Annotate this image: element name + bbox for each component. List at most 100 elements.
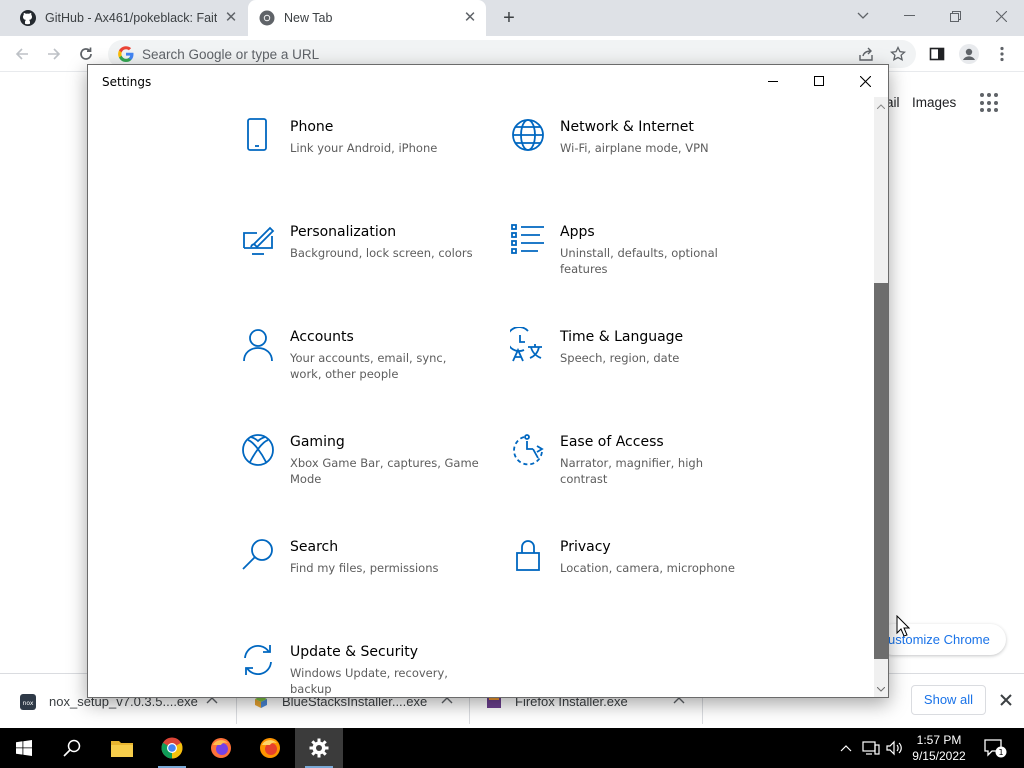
settings-tile-apps[interactable]: Apps Uninstall, defaults, optional featu…: [510, 222, 760, 312]
omnibox-placeholder: Search Google or type a URL: [142, 47, 320, 62]
chrome-taskbar-icon[interactable]: [148, 728, 196, 768]
tile-name: Personalization: [290, 224, 397, 240]
settings-tile-time-language[interactable]: Time & Language Speech, region, date: [510, 327, 760, 417]
settings-window: Settings Phone Link your Android, iPhone…: [87, 64, 889, 698]
clock-date: 9/15/2022: [912, 749, 966, 763]
google-g-icon: [118, 46, 134, 62]
lock-icon: [510, 537, 546, 573]
tile-name: Apps: [560, 224, 595, 240]
settings-maximize-icon[interactable]: [796, 65, 842, 97]
settings-tile-personalization[interactable]: Personalization Background, lock screen,…: [240, 222, 490, 312]
tile-description: Wi-Fi, airplane mode, VPN: [560, 141, 709, 155]
globe-icon: [510, 117, 546, 153]
restore-icon[interactable]: [941, 4, 969, 28]
share-icon[interactable]: [854, 42, 878, 66]
side-panel-icon[interactable]: [925, 42, 949, 66]
firefox-installer-taskbar-icon[interactable]: [246, 728, 294, 768]
tab-close-icon[interactable]: ✕: [462, 10, 478, 26]
action-center-icon[interactable]: 1: [980, 728, 1010, 768]
nox-app-icon: nox: [20, 693, 36, 710]
profile-avatar-icon[interactable]: [957, 42, 981, 66]
taskbar-search-icon[interactable]: [48, 728, 96, 768]
tab-new-tab[interactable]: New Tab ✕: [248, 0, 486, 36]
close-download-bar-icon[interactable]: [998, 692, 1014, 708]
tile-name: Privacy: [560, 539, 611, 555]
tile-name: Network & Internet: [560, 119, 694, 135]
kebab-menu-icon[interactable]: [990, 42, 1014, 66]
taskbar-clock[interactable]: 1:57 PM 9/15/2022: [904, 732, 974, 764]
tile-name: Update & Security: [290, 644, 419, 660]
settings-window-title: Settings: [102, 75, 152, 89]
settings-tile-accounts[interactable]: Accounts Your accounts, email, sync, wor…: [240, 327, 490, 417]
tile-description: Your accounts, email, sync, work, other …: [290, 351, 447, 381]
tab-title: New Tab: [284, 11, 333, 25]
settings-gear-taskbar-icon[interactable]: [295, 728, 343, 768]
tile-description: Speech, region, date: [560, 351, 680, 365]
settings-tile-update-security[interactable]: Update & Security Windows Update, recove…: [240, 642, 490, 697]
tile-description: Background, lock screen, colors: [290, 246, 473, 260]
reload-icon[interactable]: [74, 42, 98, 66]
tab-github[interactable]: GitHub - Ax461/pokeblack: Faith ✕: [20, 0, 246, 36]
scroll-down-arrow-icon[interactable]: [874, 682, 888, 696]
settings-minimize-icon[interactable]: [750, 65, 796, 97]
chrome-icon: [259, 10, 275, 26]
settings-category-grid: Phone Link your Android, iPhone Network …: [88, 97, 874, 697]
network-icon[interactable]: [860, 728, 882, 768]
ease-of-access-icon: [510, 432, 546, 468]
close-window-icon[interactable]: [987, 4, 1015, 28]
tile-name: Time & Language: [560, 329, 684, 345]
images-link[interactable]: Images: [912, 95, 956, 110]
search-icon: [240, 537, 276, 573]
show-all-downloads-button[interactable]: Show all: [911, 685, 986, 715]
github-icon: [20, 10, 36, 26]
volume-icon[interactable]: [884, 728, 904, 768]
new-tab-plus-icon[interactable]: +: [498, 7, 520, 29]
svg-text:nox: nox: [23, 700, 34, 707]
paintbrush-icon: [240, 222, 276, 258]
google-apps-icon[interactable]: [980, 93, 1000, 113]
phone-icon: [240, 117, 276, 153]
firefox-taskbar-icon[interactable]: [197, 728, 245, 768]
browser-tab-strip: GitHub - Ax461/pokeblack: Faith ✕ New Ta…: [0, 0, 1024, 36]
settings-close-icon[interactable]: [842, 65, 888, 97]
tile-description: Find my files, permissions: [290, 561, 439, 575]
time-language-icon: [510, 327, 546, 363]
tab-title: GitHub - Ax461/pokeblack: Faith: [45, 11, 217, 25]
tab-search-chevron-icon[interactable]: [849, 4, 877, 28]
tile-description: Location, camera, microphone: [560, 561, 735, 575]
windows-taskbar: 1:57 PM 9/15/2022 1: [0, 728, 1024, 768]
settings-tile-privacy[interactable]: Privacy Location, camera, microphone: [510, 537, 760, 627]
tile-name: Gaming: [290, 434, 345, 450]
tab-close-icon[interactable]: ✕: [223, 10, 239, 26]
tray-overflow-chevron-icon[interactable]: [838, 728, 854, 768]
back-arrow-icon[interactable]: [10, 42, 34, 66]
tile-description: Uninstall, defaults, optional features: [560, 246, 718, 276]
tile-name: Accounts: [290, 329, 354, 345]
windows-start-icon[interactable]: [0, 728, 48, 768]
tile-name: Phone: [290, 119, 334, 135]
tile-name: Search: [290, 539, 339, 555]
tile-description: Narrator, magnifier, high contrast: [560, 456, 703, 486]
clock-time: 1:57 PM: [916, 733, 962, 747]
settings-tile-gaming[interactable]: Gaming Xbox Game Bar, captures, Game Mod…: [240, 432, 490, 522]
mouse-cursor-icon: [896, 614, 911, 637]
minimize-icon[interactable]: [895, 4, 923, 28]
person-icon: [240, 327, 276, 363]
bookmark-star-icon[interactable]: [886, 42, 910, 66]
tile-name: Ease of Access: [560, 434, 664, 450]
tile-description: Xbox Game Bar, captures, Game Mode: [290, 456, 479, 486]
file-explorer-icon[interactable]: [98, 728, 146, 768]
settings-tile-network-internet[interactable]: Network & Internet Wi-Fi, airplane mode,…: [510, 117, 760, 207]
tile-description: Windows Update, recovery, backup: [290, 666, 448, 696]
settings-tile-ease-of-access[interactable]: Ease of Access Narrator, magnifier, high…: [510, 432, 760, 522]
tile-description: Link your Android, iPhone: [290, 141, 438, 155]
notification-count: 1: [998, 748, 1003, 757]
forward-arrow-icon[interactable]: [42, 42, 66, 66]
apps-list-icon: [510, 222, 546, 258]
scroll-up-arrow-icon[interactable]: [874, 99, 888, 113]
settings-tile-phone[interactable]: Phone Link your Android, iPhone: [240, 117, 490, 207]
sync-icon: [240, 642, 276, 678]
settings-tile-search[interactable]: Search Find my files, permissions: [240, 537, 490, 627]
xbox-icon: [240, 432, 276, 468]
settings-scrollbar-thumb[interactable]: [874, 283, 888, 659]
